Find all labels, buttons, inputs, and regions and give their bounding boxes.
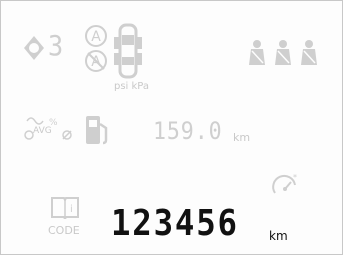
gauge-icon: * <box>272 173 297 194</box>
odometer-unit: km <box>269 229 288 243</box>
fuel-pump-icon <box>86 116 108 145</box>
stop-start-icon <box>24 36 44 60</box>
svg-text:i: i <box>70 204 73 215</box>
car-doors-icon <box>114 23 142 79</box>
svg-text:*: * <box>293 173 297 182</box>
service-book-icon: i <box>51 197 79 219</box>
tire-pressure-units-label: psi kPa <box>114 81 150 92</box>
range-unit: km <box>233 131 251 144</box>
instrument-cluster-display: 3 A A psi kPa <box>0 0 343 255</box>
svg-text:A: A <box>91 29 101 45</box>
seatbelt-icon <box>249 40 317 65</box>
odometer-value: 123456 <box>111 203 239 244</box>
auto-stop-icon: A A <box>85 25 107 72</box>
code-label: CODE <box>48 224 80 237</box>
gear-indicator: 3 <box>48 29 65 62</box>
avg-label: AVG <box>33 126 52 136</box>
range-value: 159.0 <box>153 117 223 145</box>
